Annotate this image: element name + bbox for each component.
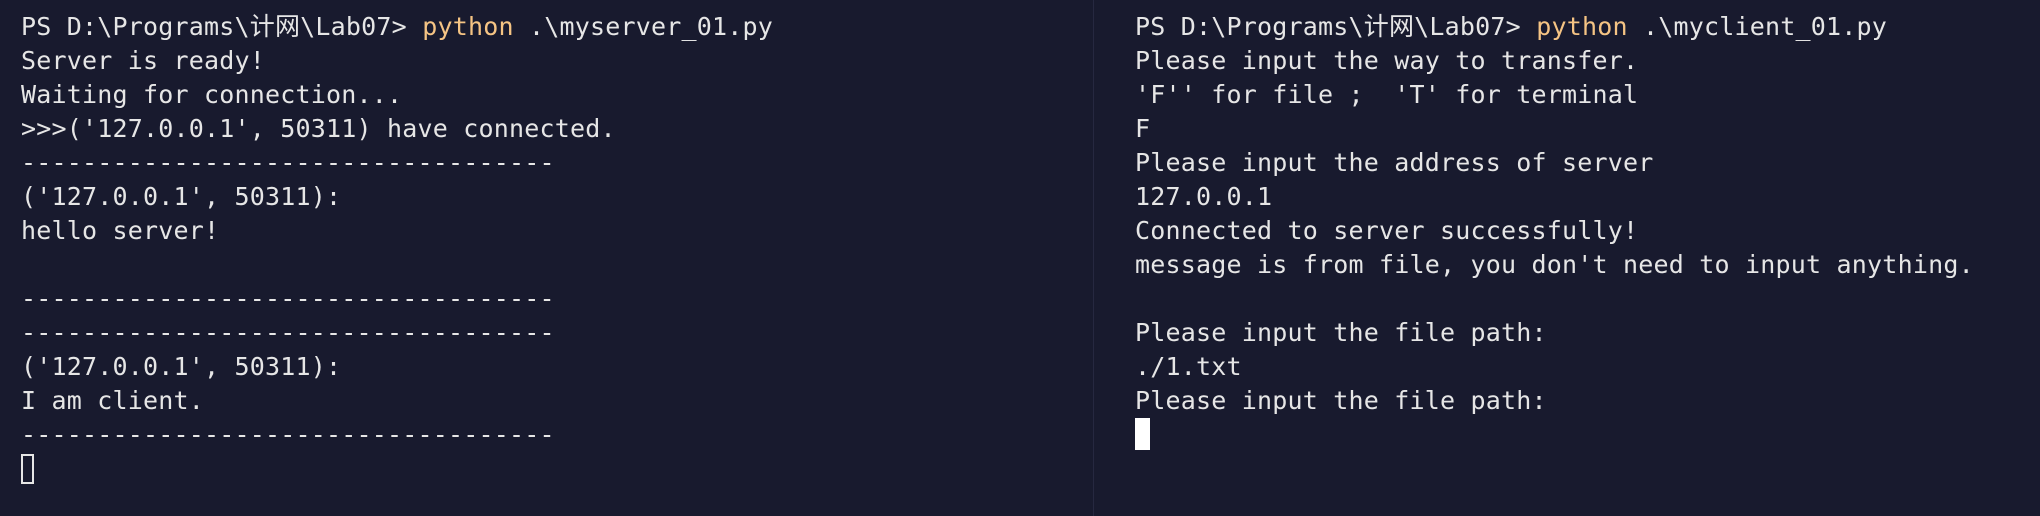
client-output-line: Please input the way to transfer.	[1135, 46, 1639, 75]
server-output-line: -----------------------------------	[21, 420, 555, 449]
client-output-line: Please input the address of server	[1135, 148, 1654, 177]
server-output-line: hello server!	[21, 216, 220, 245]
client-output-line: 127.0.0.1	[1135, 182, 1273, 211]
server-cursor-line	[21, 452, 1093, 486]
client-output-line: Please input the file path:	[1135, 386, 1547, 415]
server-cursor[interactable]	[21, 454, 34, 484]
server-command: python	[422, 12, 514, 41]
server-output-line: Server is ready!	[21, 46, 266, 75]
client-prompt: PS D:\Programs\计网\Lab07>	[1135, 12, 1537, 41]
client-output-line	[1135, 282, 2040, 316]
server-output-line: ('127.0.0.1', 50311):	[21, 352, 342, 381]
server-prompt: PS D:\Programs\计网\Lab07>	[21, 12, 423, 41]
client-output-line: message is from file, you don't need to …	[1135, 250, 1974, 279]
server-command-args: .\myserver_01.py	[513, 12, 773, 41]
client-output-line: Please input the file path:	[1135, 318, 1547, 347]
server-output-line: -----------------------------------	[21, 284, 555, 313]
client-command-line: PS D:\Programs\计网\Lab07> python .\myclie…	[1135, 10, 2040, 44]
server-output-line	[21, 248, 1093, 282]
client-output-line: F	[1135, 114, 1151, 143]
terminal-window: PS D:\Programs\计网\Lab07> python .\myserv…	[0, 0, 2040, 516]
server-output-line: -----------------------------------	[21, 148, 555, 177]
client-output-line: Connected to server successfully!	[1135, 216, 1639, 245]
client-cursor-line	[1135, 418, 2040, 452]
server-output-line: I am client.	[21, 386, 205, 415]
client-command: python	[1536, 12, 1628, 41]
client-output-line: ./1.txt	[1135, 352, 1242, 381]
server-output-line: ('127.0.0.1', 50311):	[21, 182, 342, 211]
server-terminal-pane[interactable]: PS D:\Programs\计网\Lab07> python .\myserv…	[0, 0, 1093, 516]
server-output-line: Waiting for connection...	[21, 80, 403, 109]
client-output-line: 'F'' for file ; 'T' for terminal	[1135, 80, 1639, 109]
client-terminal-pane[interactable]: PS D:\Programs\计网\Lab07> python .\myclie…	[1094, 0, 2040, 516]
server-output-line: -----------------------------------	[21, 318, 555, 347]
client-cursor[interactable]	[1135, 418, 1150, 450]
client-command-args: .\myclient_01.py	[1627, 12, 1887, 41]
server-output-line: >>>('127.0.0.1', 50311) have connected.	[21, 114, 616, 143]
server-command-line: PS D:\Programs\计网\Lab07> python .\myserv…	[21, 10, 1093, 44]
